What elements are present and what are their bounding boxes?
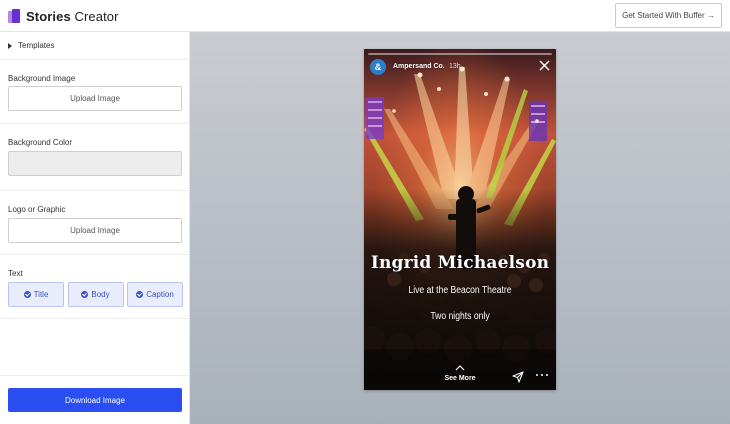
background-image-upload-button[interactable]: Upload Image bbox=[8, 86, 182, 111]
text-label: Text bbox=[8, 269, 23, 278]
app-logo: Stories Creator bbox=[8, 8, 119, 24]
story-time: 13h bbox=[449, 63, 461, 70]
check-circle-icon bbox=[136, 291, 144, 298]
concert-background-image bbox=[364, 49, 556, 390]
templates-toggle[interactable]: Templates bbox=[8, 41, 54, 50]
account-avatar: & bbox=[370, 59, 386, 75]
story-preview: & Ampersand Co. 13h Ingrid Michaelson Li… bbox=[364, 49, 556, 390]
text-toggle-group: Title Body Caption bbox=[8, 282, 187, 307]
title-toggle-button[interactable]: Title bbox=[8, 282, 64, 307]
preview-canvas: & Ampersand Co. 13h Ingrid Michaelson Li… bbox=[190, 32, 730, 424]
background-color-section: Background Color bbox=[0, 124, 190, 191]
story-progress-bar bbox=[368, 53, 552, 55]
divider bbox=[0, 375, 190, 376]
see-more-link[interactable]: See More bbox=[364, 375, 556, 382]
story-caption-text[interactable]: Two nights only bbox=[377, 311, 542, 322]
send-icon[interactable] bbox=[512, 371, 524, 383]
body-toggle-button[interactable]: Body bbox=[67, 282, 124, 307]
check-circle-icon bbox=[23, 291, 31, 298]
get-started-button[interactable]: Get Started With Buffer → bbox=[615, 3, 722, 28]
background-image-section: Background Image Upload Image bbox=[0, 60, 190, 124]
story-title-text[interactable]: Ingrid Michaelson bbox=[364, 253, 556, 273]
logo-upload-button[interactable]: Upload Image bbox=[8, 218, 182, 243]
logo-section: Logo or Graphic Upload Image bbox=[0, 191, 190, 255]
caret-right-icon bbox=[8, 42, 12, 49]
chevron-up-icon bbox=[455, 365, 465, 371]
templates-section[interactable]: Templates bbox=[0, 32, 190, 60]
background-color-swatch[interactable] bbox=[8, 151, 182, 176]
templates-label: Templates bbox=[18, 41, 55, 50]
sidebar: Templates Background Image Upload Image … bbox=[0, 32, 190, 424]
app-title: Stories Creator bbox=[26, 8, 119, 24]
text-section: Text Title Body Caption bbox=[0, 255, 190, 319]
logo-label: Logo or Graphic bbox=[8, 205, 66, 214]
close-icon[interactable] bbox=[539, 60, 550, 71]
background-image-label: Background Image bbox=[8, 74, 76, 83]
account-name: Ampersand Co. bbox=[393, 63, 445, 70]
app-header: Stories Creator Get Started With Buffer … bbox=[0, 0, 730, 32]
check-circle-icon bbox=[81, 291, 89, 298]
stories-logo-icon bbox=[8, 9, 20, 23]
download-image-button[interactable]: Download Image bbox=[8, 388, 182, 412]
caption-toggle-button[interactable]: Caption bbox=[127, 282, 183, 307]
more-dots-icon[interactable] bbox=[536, 374, 548, 378]
background-color-label: Background Color bbox=[8, 138, 73, 147]
story-body-text[interactable]: Live at the Beacon Theatre bbox=[377, 285, 542, 296]
